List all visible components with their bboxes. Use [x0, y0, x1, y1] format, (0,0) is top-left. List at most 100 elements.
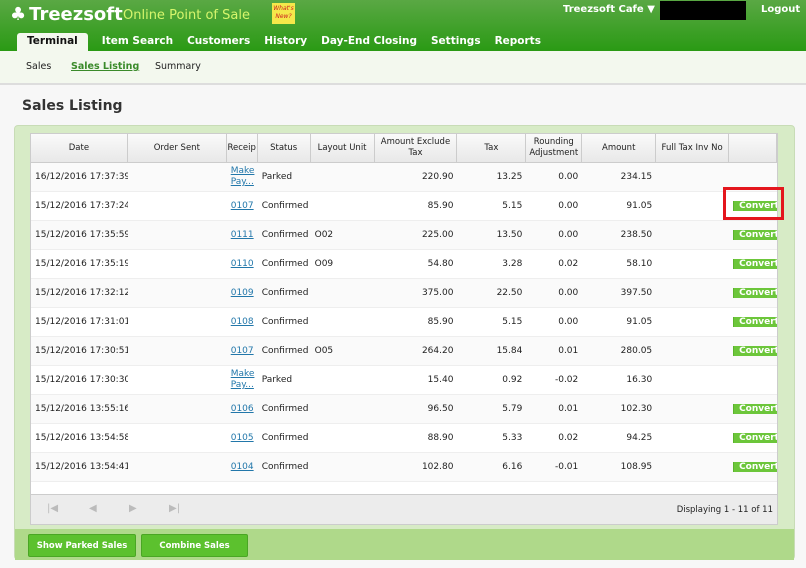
- sales-panel: Date Order Sent Receip Status Layout Unit Amo…: [14, 125, 795, 560]
- convert-button[interactable]: Convert: [733, 433, 777, 443]
- tree-icon: ♣: [10, 4, 27, 25]
- receipt-link[interactable]: 0104: [231, 462, 254, 472]
- convert-button[interactable]: Convert: [733, 288, 777, 298]
- column-header[interactable]: Amount Exclude Tax: [375, 134, 458, 162]
- convert-button[interactable]: Convert: [733, 317, 777, 327]
- column-header[interactable]: Tax: [457, 134, 527, 162]
- date-value: 15/12/2016 17:37:24: [35, 201, 128, 211]
- redacted-user: [660, 1, 746, 20]
- receipt-link[interactable]: Make Pay...: [231, 369, 255, 391]
- tax-value: 13.50: [496, 230, 523, 240]
- table-row[interactable]: 15/12/2016 17:35:19 0110 Confirmed O09 54.80…: [31, 250, 777, 279]
- date-value: 15/12/2016 17:35:19: [35, 259, 128, 269]
- ex-value: 85.90: [427, 317, 454, 327]
- cell-ex: 96.50: [375, 404, 458, 414]
- subnav-sales[interactable]: Sales: [26, 61, 51, 72]
- column-header[interactable]: [729, 134, 777, 162]
- cell-ex: 220.90: [375, 172, 458, 182]
- cell-round: 0.00: [526, 230, 582, 240]
- subnav-sales-listing[interactable]: Sales Listing: [71, 61, 139, 72]
- status-value: Parked: [261, 172, 293, 182]
- ex-value: 102.80: [421, 462, 454, 472]
- tab-history[interactable]: History: [264, 33, 307, 51]
- receipt-link[interactable]: 0106: [231, 404, 254, 414]
- round-value: -0.02: [554, 375, 579, 385]
- subnav-summary[interactable]: Summary: [155, 61, 201, 72]
- receipt-link[interactable]: 0110: [231, 259, 254, 269]
- date-value: 15/12/2016 13:54:41: [35, 462, 128, 472]
- tab-customers[interactable]: Customers: [187, 33, 250, 51]
- date-value: 15/12/2016 13:54:58: [35, 433, 128, 443]
- round-value: 0.00: [558, 317, 579, 327]
- cell-status: Confirmed: [258, 259, 311, 269]
- tab-reports[interactable]: Reports: [495, 33, 541, 51]
- table-row[interactable]: 15/12/2016 13:54:41 0104 Confirmed 102.80 6.…: [31, 453, 777, 482]
- cell-ex: 102.80: [375, 462, 458, 472]
- table-row[interactable]: 15/12/2016 13:55:16 0106 Confirmed 96.50 5.7…: [31, 395, 777, 424]
- status-value: Confirmed: [261, 404, 309, 414]
- status-value: Confirmed: [261, 346, 309, 356]
- tab-day-end-closing[interactable]: Day-End Closing: [321, 33, 417, 51]
- amount-value: 91.05: [626, 317, 653, 327]
- tab-settings[interactable]: Settings: [431, 33, 481, 51]
- pager: |◀ ◀ ▶ ▶| Displaying 1 - 11 of 11: [31, 494, 777, 524]
- table-row[interactable]: 16/12/2016 17:37:39 Make Pay... Parked 220.…: [31, 163, 777, 192]
- table-row[interactable]: 15/12/2016 17:31:01 0108 Confirmed 85.90 5.1…: [31, 308, 777, 337]
- convert-button[interactable]: Convert: [733, 404, 777, 414]
- receipt-link[interactable]: 0107: [231, 201, 254, 211]
- table-row[interactable]: 15/12/2016 17:30:51 0107 Confirmed O05 264.2…: [31, 337, 777, 366]
- receipt-link[interactable]: 0105: [231, 433, 254, 443]
- cell-tax: 6.16: [457, 462, 526, 472]
- date-value: 15/12/2016 17:32:12: [35, 288, 128, 298]
- tax-value: 15.84: [496, 346, 523, 356]
- table-row[interactable]: 15/12/2016 17:37:24 0107 Confirmed 85.90 5.1…: [31, 192, 777, 221]
- convert-button[interactable]: Convert: [733, 230, 777, 240]
- column-header[interactable]: Date: [31, 134, 128, 162]
- amount-value: 94.25: [626, 433, 653, 443]
- convert-button[interactable]: Convert: [733, 346, 777, 356]
- round-value: 0.02: [558, 433, 579, 443]
- last-page-icon[interactable]: ▶|: [169, 503, 180, 514]
- receipt-link[interactable]: 0107: [231, 346, 254, 356]
- tab-item-search[interactable]: Item Search: [102, 33, 173, 51]
- column-header[interactable]: Receip: [227, 134, 258, 162]
- column-header[interactable]: Layout Unit: [311, 134, 375, 162]
- display-count: Displaying 1 - 11 of 11: [676, 505, 773, 515]
- cell-amount: 58.10: [582, 259, 656, 269]
- receipt-link[interactable]: 0111: [231, 230, 254, 240]
- table-row[interactable]: 15/12/2016 13:54:58 0105 Confirmed 88.90 5.3…: [31, 424, 777, 453]
- top-bar: ♣ Treezsoft Online Point of Sale What's N…: [0, 0, 806, 51]
- table-row[interactable]: 15/12/2016 17:35:59 0111 Confirmed O02 225.0…: [31, 221, 777, 250]
- store-selector[interactable]: Treezsoft Cafe ▼: [563, 4, 655, 15]
- table-row[interactable]: 15/12/2016 17:30:30 Make Pay... Parked 15.4…: [31, 366, 777, 395]
- receipt-link[interactable]: 0108: [231, 317, 254, 327]
- next-page-icon[interactable]: ▶: [129, 503, 137, 514]
- table-row[interactable]: 15/12/2016 17:32:12 0109 Confirmed 375.00 22…: [31, 279, 777, 308]
- cell-date: 15/12/2016 13:54:41: [31, 462, 128, 472]
- prev-page-icon[interactable]: ◀: [89, 503, 97, 514]
- show-parked-sales-button[interactable]: Show Parked Sales: [28, 534, 136, 557]
- column-header[interactable]: Status: [258, 134, 311, 162]
- cell-amount: 397.50: [582, 288, 656, 298]
- brand-logo: ♣ Treezsoft: [10, 4, 123, 25]
- cell-amount: 91.05: [582, 317, 656, 327]
- receipt-link[interactable]: Make Pay...: [231, 166, 255, 188]
- column-header[interactable]: Rounding Adjustment: [526, 134, 583, 162]
- tax-value: 5.33: [502, 433, 523, 443]
- cell-round: 0.00: [526, 201, 582, 211]
- column-header[interactable]: Full Tax Inv No: [656, 134, 730, 162]
- cell-ex: 375.00: [375, 288, 458, 298]
- whats-new-note[interactable]: What's New?: [272, 3, 295, 24]
- cell-date: 15/12/2016 17:31:01: [31, 317, 128, 327]
- first-page-icon[interactable]: |◀: [47, 503, 58, 514]
- cell-ex: 264.20: [375, 346, 458, 356]
- convert-button[interactable]: Convert: [733, 462, 777, 472]
- convert-button[interactable]: Convert: [733, 259, 777, 269]
- column-header[interactable]: Order Sent: [128, 134, 227, 162]
- logout-link[interactable]: Logout: [761, 4, 800, 15]
- combine-sales-button[interactable]: Combine Sales: [141, 534, 248, 557]
- column-header[interactable]: Amount: [582, 134, 657, 162]
- tab-terminal[interactable]: Terminal: [17, 33, 88, 51]
- receipt-link[interactable]: 0109: [231, 288, 254, 298]
- cell-round: -0.02: [526, 375, 582, 385]
